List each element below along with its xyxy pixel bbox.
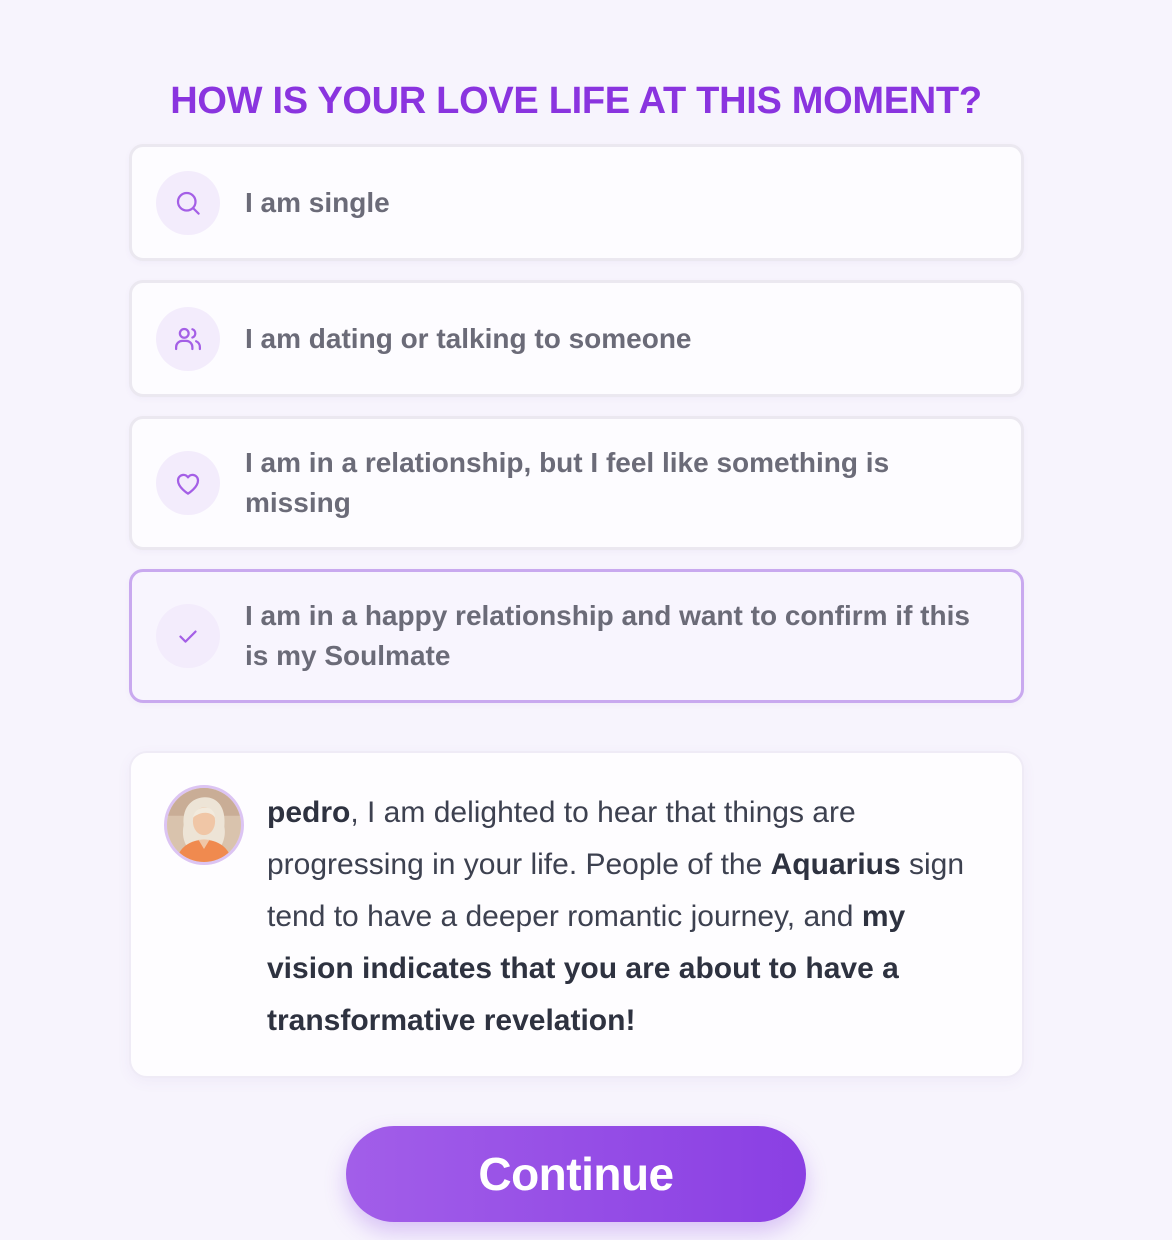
question-title: HOW IS YOUR LOVE LIFE AT THIS MOMENT? bbox=[170, 80, 982, 122]
option-label: I am single bbox=[245, 186, 390, 218]
advisor-avatar bbox=[164, 785, 244, 865]
option-single[interactable]: I am single bbox=[129, 144, 1024, 261]
check-icon bbox=[156, 604, 220, 668]
user-name: pedro bbox=[267, 796, 351, 829]
option-happy-relationship[interactable]: I am in a happy relationship and want to… bbox=[129, 569, 1024, 703]
option-dating[interactable]: I am dating or talking to someone bbox=[129, 280, 1024, 397]
users-icon bbox=[156, 306, 220, 371]
option-relationship-missing[interactable]: I am in a relationship, but I feel like … bbox=[129, 416, 1024, 550]
advisor-message-card: pedro, I am delighted to hear that thing… bbox=[129, 751, 1024, 1078]
search-icon bbox=[156, 170, 220, 235]
zodiac-sign: Aquarius bbox=[770, 848, 901, 881]
option-label: I am in a relationship, but I feel like … bbox=[245, 447, 890, 518]
options-list: I am single I am dating or talking to so… bbox=[129, 144, 1024, 722]
quiz-page: HOW IS YOUR LOVE LIFE AT THIS MOMENT? I … bbox=[0, 0, 1172, 1240]
advisor-message: pedro, I am delighted to hear that thing… bbox=[267, 796, 965, 1037]
option-label: I am in a happy relationship and want to… bbox=[245, 600, 970, 671]
heart-icon bbox=[156, 451, 220, 515]
continue-button[interactable]: Continue bbox=[346, 1126, 806, 1222]
option-label: I am dating or talking to someone bbox=[245, 322, 692, 354]
